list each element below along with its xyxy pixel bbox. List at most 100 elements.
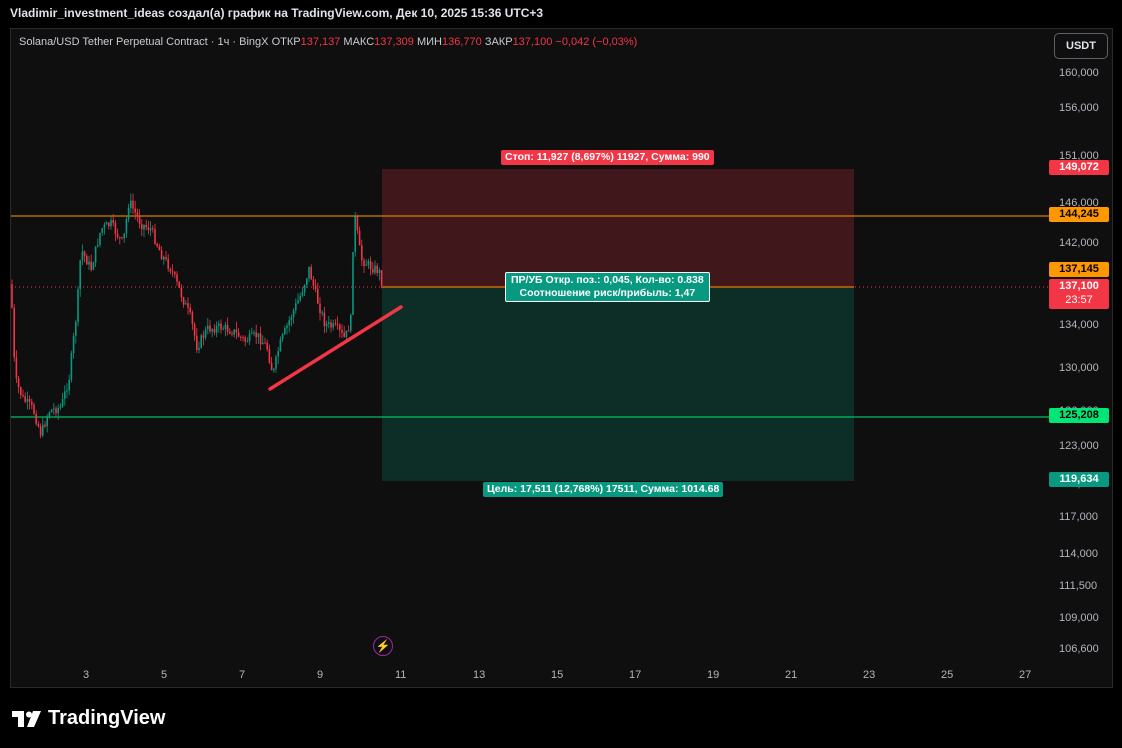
- candle-body: [317, 288, 319, 304]
- candle-body: [59, 406, 62, 408]
- candle-body: [75, 321, 77, 336]
- candle-body: [132, 200, 134, 209]
- tradingview-logo-icon: [12, 710, 41, 727]
- candle-body: [255, 332, 257, 338]
- symbol-name: Solana/USD Tether Perpetual Contract · 1…: [19, 36, 269, 48]
- price-axis-label: 117,000: [1059, 511, 1098, 523]
- candle-body: [116, 233, 119, 238]
- candle-body: [121, 237, 123, 239]
- candle-body: [240, 336, 242, 338]
- candle-body: [94, 246, 97, 263]
- candle-body: [72, 335, 75, 354]
- candle-body: [92, 262, 95, 270]
- price-axis-label: 106,600: [1059, 643, 1099, 655]
- candle-body: [171, 271, 174, 273]
- candle-body: [321, 312, 323, 314]
- price-axis-label: 114,000: [1059, 548, 1098, 560]
- candle-body: [200, 335, 202, 348]
- candle-body: [352, 251, 354, 315]
- chart-pane[interactable]: Solana/USD Tether Perpetual Contract · 1…: [10, 28, 1113, 688]
- close-value: 137,100: [512, 36, 553, 48]
- candle-body: [374, 265, 376, 273]
- candle-body: [222, 328, 224, 330]
- candle-body: [191, 312, 194, 324]
- candle-body: [242, 337, 244, 339]
- candle-body: [114, 222, 117, 234]
- price-axis-label: 160,000: [1059, 67, 1099, 79]
- bar-countdown: 23:57: [1065, 294, 1093, 306]
- candle-body: [123, 233, 125, 239]
- high-label: МАКС: [343, 36, 375, 48]
- candle-body: [211, 329, 213, 332]
- candle-body: [277, 351, 279, 357]
- candle-body: [295, 303, 297, 311]
- candle-body: [37, 423, 40, 427]
- candle-body: [149, 228, 152, 231]
- candle-body: [145, 224, 147, 228]
- candle-body: [196, 335, 198, 350]
- candle-body: [154, 229, 156, 244]
- pnl-line-1: ПР/УБ Откр. поз.: 0,045, Кол-во: 0.838: [511, 274, 704, 286]
- candle-body: [198, 347, 200, 350]
- candle-body: [57, 407, 59, 414]
- time-axis-label: 25: [941, 669, 954, 681]
- candle-body: [141, 224, 143, 230]
- candle-body: [251, 332, 253, 334]
- candle-body: [13, 307, 15, 358]
- candle-body: [229, 331, 231, 334]
- time-axis-label: 21: [785, 669, 798, 681]
- candle-body: [158, 246, 161, 251]
- candle-body: [103, 224, 106, 229]
- candle-body: [299, 295, 301, 301]
- time-axis-label: 3: [83, 669, 90, 681]
- time-axis-label: 23: [863, 669, 876, 681]
- candle-body: [68, 379, 70, 391]
- candle-body: [343, 332, 345, 337]
- target-price-tag: 119,634: [1049, 472, 1109, 487]
- candle-body: [213, 329, 216, 333]
- candle-body: [50, 409, 53, 413]
- candle-body: [209, 325, 211, 332]
- candle-body: [156, 243, 158, 247]
- candle-body: [11, 284, 13, 308]
- candle-body: [264, 342, 266, 344]
- candle-body: [284, 328, 286, 335]
- currency-button[interactable]: USDT: [1054, 33, 1108, 59]
- candle-body: [77, 289, 79, 322]
- candle-body: [15, 357, 18, 379]
- resistance-price-tag: 144,245: [1049, 207, 1109, 222]
- candle-body: [253, 332, 255, 334]
- candle-body: [110, 220, 112, 227]
- price-axis-label: 111,500: [1059, 580, 1098, 592]
- price-axis-label: 123,000: [1059, 440, 1099, 452]
- time-axis-label: 19: [707, 669, 720, 681]
- candle-body: [79, 260, 81, 290]
- candle-body: [319, 303, 321, 314]
- candle-body: [24, 396, 26, 402]
- candle-body: [64, 391, 66, 399]
- candle-body: [33, 404, 35, 414]
- low-label: МИН: [416, 36, 442, 48]
- pnl-line-2: Соотношение риск/прибыль: 1,47: [519, 287, 696, 299]
- candle-body: [48, 412, 51, 418]
- candle-body: [279, 339, 282, 352]
- candle-body: [147, 227, 150, 231]
- time-axis-label: 11: [395, 669, 407, 681]
- support-price-tag: 125,208: [1049, 408, 1109, 423]
- price-axis-label: 156,000: [1059, 102, 1099, 114]
- candle-body: [215, 325, 218, 333]
- candle-body: [328, 322, 330, 324]
- candle-body: [297, 300, 299, 304]
- candle-body: [99, 232, 101, 246]
- candle-body: [233, 329, 235, 335]
- price-chart[interactable]: [11, 29, 1113, 688]
- candle-body: [367, 261, 370, 265]
- candle-body: [42, 424, 44, 436]
- candle-body: [350, 314, 352, 331]
- candle-body: [237, 332, 240, 337]
- candle-body: [174, 272, 176, 275]
- open-label: ОТКР: [271, 36, 301, 48]
- candle-body: [108, 222, 110, 227]
- time-axis-label: 13: [473, 669, 486, 681]
- lightning-icon[interactable]: ⚡: [373, 636, 393, 656]
